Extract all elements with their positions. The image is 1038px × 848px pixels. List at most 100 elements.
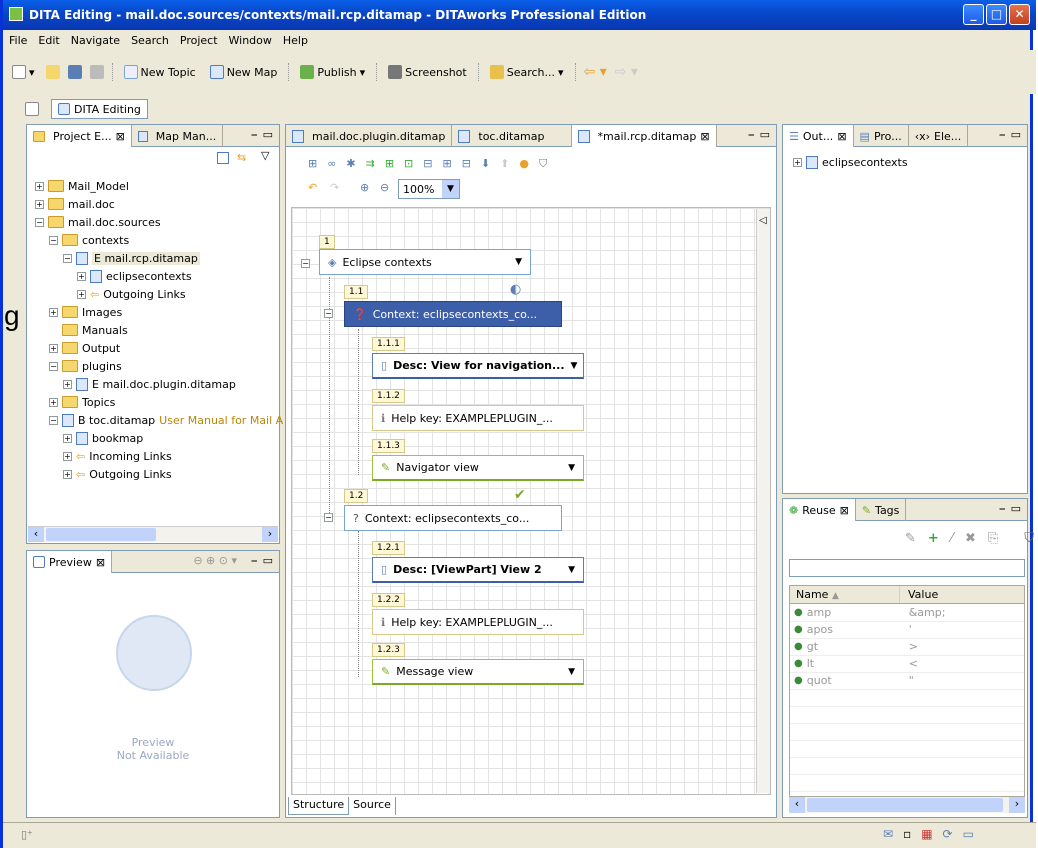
minimize-view-icon[interactable]: ⎯ [1000, 502, 1006, 516]
scroll-right-arrow[interactable]: › [262, 527, 278, 542]
map-node-helpkey-1-1-2[interactable]: ℹ Help key: EXAMPLEPLUGIN_... [372, 405, 584, 431]
tree-item[interactable]: − plugins [49, 357, 122, 375]
table-row[interactable]: ● quot " [790, 672, 1024, 689]
link-editor-icon[interactable]: ⇆ [237, 151, 246, 164]
reuse-horizontal-scrollbar[interactable]: ‹ › [789, 797, 1025, 813]
open-perspective-icon[interactable] [25, 102, 39, 116]
scroll-left-arrow[interactable]: ‹ [28, 527, 44, 542]
horizontal-scrollbar[interactable]: ‹ › [28, 526, 278, 542]
maximize-view-icon[interactable]: ▭ [263, 128, 273, 141]
filter-icon[interactable]: ⛉ [539, 157, 547, 173]
tree-item[interactable]: + bookmap [63, 429, 143, 447]
chevron-down-icon[interactable]: ▼ [568, 565, 575, 575]
reuse-search-input[interactable] [789, 559, 1025, 577]
tab-toc-ditamap[interactable]: toc.ditamap [452, 125, 572, 147]
new-wizard-button[interactable]: ▾ [9, 61, 38, 83]
move-down-icon[interactable]: ⬇ [481, 157, 490, 173]
delete-icon[interactable]: ✖ [965, 531, 976, 546]
tab-source[interactable]: Source [349, 797, 396, 815]
restore-icon[interactable]: ▫ [903, 827, 911, 841]
close-icon[interactable]: ⊠ [700, 130, 709, 143]
zoom-in-icon[interactable]: ⊕ [360, 181, 369, 194]
forward-arrow-icon[interactable]: ⇨ ▾ [615, 64, 638, 80]
expand-toggle[interactable]: + [35, 199, 44, 209]
tab-elements[interactable]: ‹x› Ele... [909, 125, 969, 147]
insert-sibling-icon[interactable]: ⇉ [366, 157, 375, 173]
scroll-left-arrow[interactable]: ‹ [789, 797, 805, 813]
pencil-icon[interactable]: ✎ [905, 531, 916, 546]
outline-item[interactable]: + eclipsecontexts [793, 153, 908, 171]
search-button[interactable]: Search... ▾ [487, 61, 567, 83]
menu-help[interactable]: Help [283, 34, 308, 47]
close-icon[interactable]: ⊠ [96, 556, 105, 569]
tree-item[interactable]: − contexts [49, 231, 129, 249]
collapse-panel-icon[interactable]: ◁ [759, 215, 767, 226]
tree-item[interactable]: + Mail_Model [35, 177, 129, 195]
tree-item[interactable]: Manuals [49, 321, 128, 339]
sync-icon[interactable]: ⟳ [943, 827, 953, 841]
maximize-button[interactable]: □ [986, 4, 1007, 25]
menu-window[interactable]: Window [229, 34, 272, 47]
map-node-desc-1-1-1[interactable]: ▯ Desc: View for navigation... ▼ [372, 353, 584, 379]
print-icon[interactable] [89, 65, 104, 79]
map-node-eclipse-contexts[interactable]: ◈ Eclipse contexts ▼ [319, 249, 531, 275]
undo-icon[interactable]: ↶ [308, 181, 317, 194]
menu-project[interactable]: Project [180, 34, 218, 47]
close-icon[interactable]: ⊠ [116, 130, 125, 143]
map-node-message-view[interactable]: ✎ Message view ▼ [372, 659, 584, 685]
maximize-view-icon[interactable]: ▭ [1011, 502, 1021, 515]
minimize-view-icon[interactable]: ⎯ [1000, 128, 1006, 142]
tree-item[interactable]: + ⇦ Outgoing Links [77, 285, 186, 303]
expand-toggle[interactable]: + [63, 451, 72, 461]
tree-item[interactable]: − mail.doc.sources [35, 213, 161, 231]
tab-tags[interactable]: ✎ Tags [856, 499, 907, 521]
scroll-thumb[interactable] [46, 528, 156, 541]
insert-ref-icon[interactable]: ⊟ [423, 157, 432, 173]
menu-edit[interactable]: Edit [38, 34, 59, 47]
back-arrow-icon[interactable]: ⇦ ▾ [584, 64, 607, 80]
move-up-icon[interactable]: ⬆ [500, 157, 509, 173]
expand-toggle[interactable]: + [77, 271, 86, 281]
table-row[interactable]: ● gt > [790, 638, 1024, 655]
new-map-button[interactable]: New Map [207, 61, 281, 83]
menu-file[interactable]: File [9, 34, 27, 47]
expand-toggle[interactable]: + [77, 289, 86, 299]
close-icon[interactable]: ⊠ [840, 504, 849, 517]
tab-map-manager[interactable]: Map Man... [132, 125, 224, 147]
menu-navigate[interactable]: Navigate [71, 34, 120, 47]
maximize-view-icon[interactable]: ▭ [760, 128, 770, 141]
close-button[interactable]: ✕ [1009, 4, 1030, 25]
close-icon[interactable]: ⊠ [837, 130, 846, 143]
tree-item[interactable]: − E mail.rcp.ditamap [63, 249, 200, 267]
insert-child-icon[interactable]: ⊞ [385, 157, 394, 173]
menu-search[interactable]: Search [131, 34, 169, 47]
tab-project-explorer[interactable]: Project E... ⊠ [27, 125, 132, 147]
table-row[interactable]: ● apos ' [790, 621, 1024, 638]
insert-icon[interactable]: ⊞ [308, 157, 317, 173]
comment-icon[interactable]: ● [519, 157, 529, 173]
collapse-toggle[interactable]: − [301, 259, 310, 268]
tab-preview[interactable]: Preview ⊠ [27, 551, 113, 573]
tree-item[interactable]: + Images [49, 303, 122, 321]
collapse-toggle[interactable]: − [49, 235, 58, 245]
column-header-name[interactable]: Name ▲ [790, 586, 900, 603]
fast-view-icon[interactable]: ▯⁺ [21, 828, 33, 841]
screenshot-button[interactable]: Screenshot [385, 61, 470, 83]
tree-item[interactable]: + Output [49, 339, 120, 357]
canvas-vertical-scrollbar[interactable]: ◁ [756, 209, 770, 793]
save-icon[interactable] [67, 65, 82, 79]
copy-icon[interactable]: ⎘ [988, 531, 998, 546]
scroll-thumb[interactable] [807, 798, 1003, 812]
collapse-toggle[interactable]: − [63, 253, 72, 263]
maximize-view-icon[interactable]: ▭ [263, 554, 273, 567]
tree-item[interactable]: + ⇦ Incoming Links [63, 447, 172, 465]
zoom-controls-icon[interactable]: ⊖ ⊕ ⊙ ▾ [193, 554, 237, 567]
tree-item[interactable]: + E mail.doc.plugin.ditamap [63, 375, 236, 393]
publish-button[interactable]: Publish ▾ [297, 61, 368, 83]
maximize-view-icon[interactable]: ▭ [1011, 128, 1021, 141]
insert-topic-icon[interactable]: ⊡ [404, 157, 413, 173]
open-folder-icon[interactable] [45, 65, 60, 79]
perspective-dita-editing[interactable]: DITA Editing [51, 99, 148, 119]
redo-icon[interactable]: ↷ [330, 181, 339, 194]
graph-icon[interactable]: ▦ [921, 827, 932, 841]
